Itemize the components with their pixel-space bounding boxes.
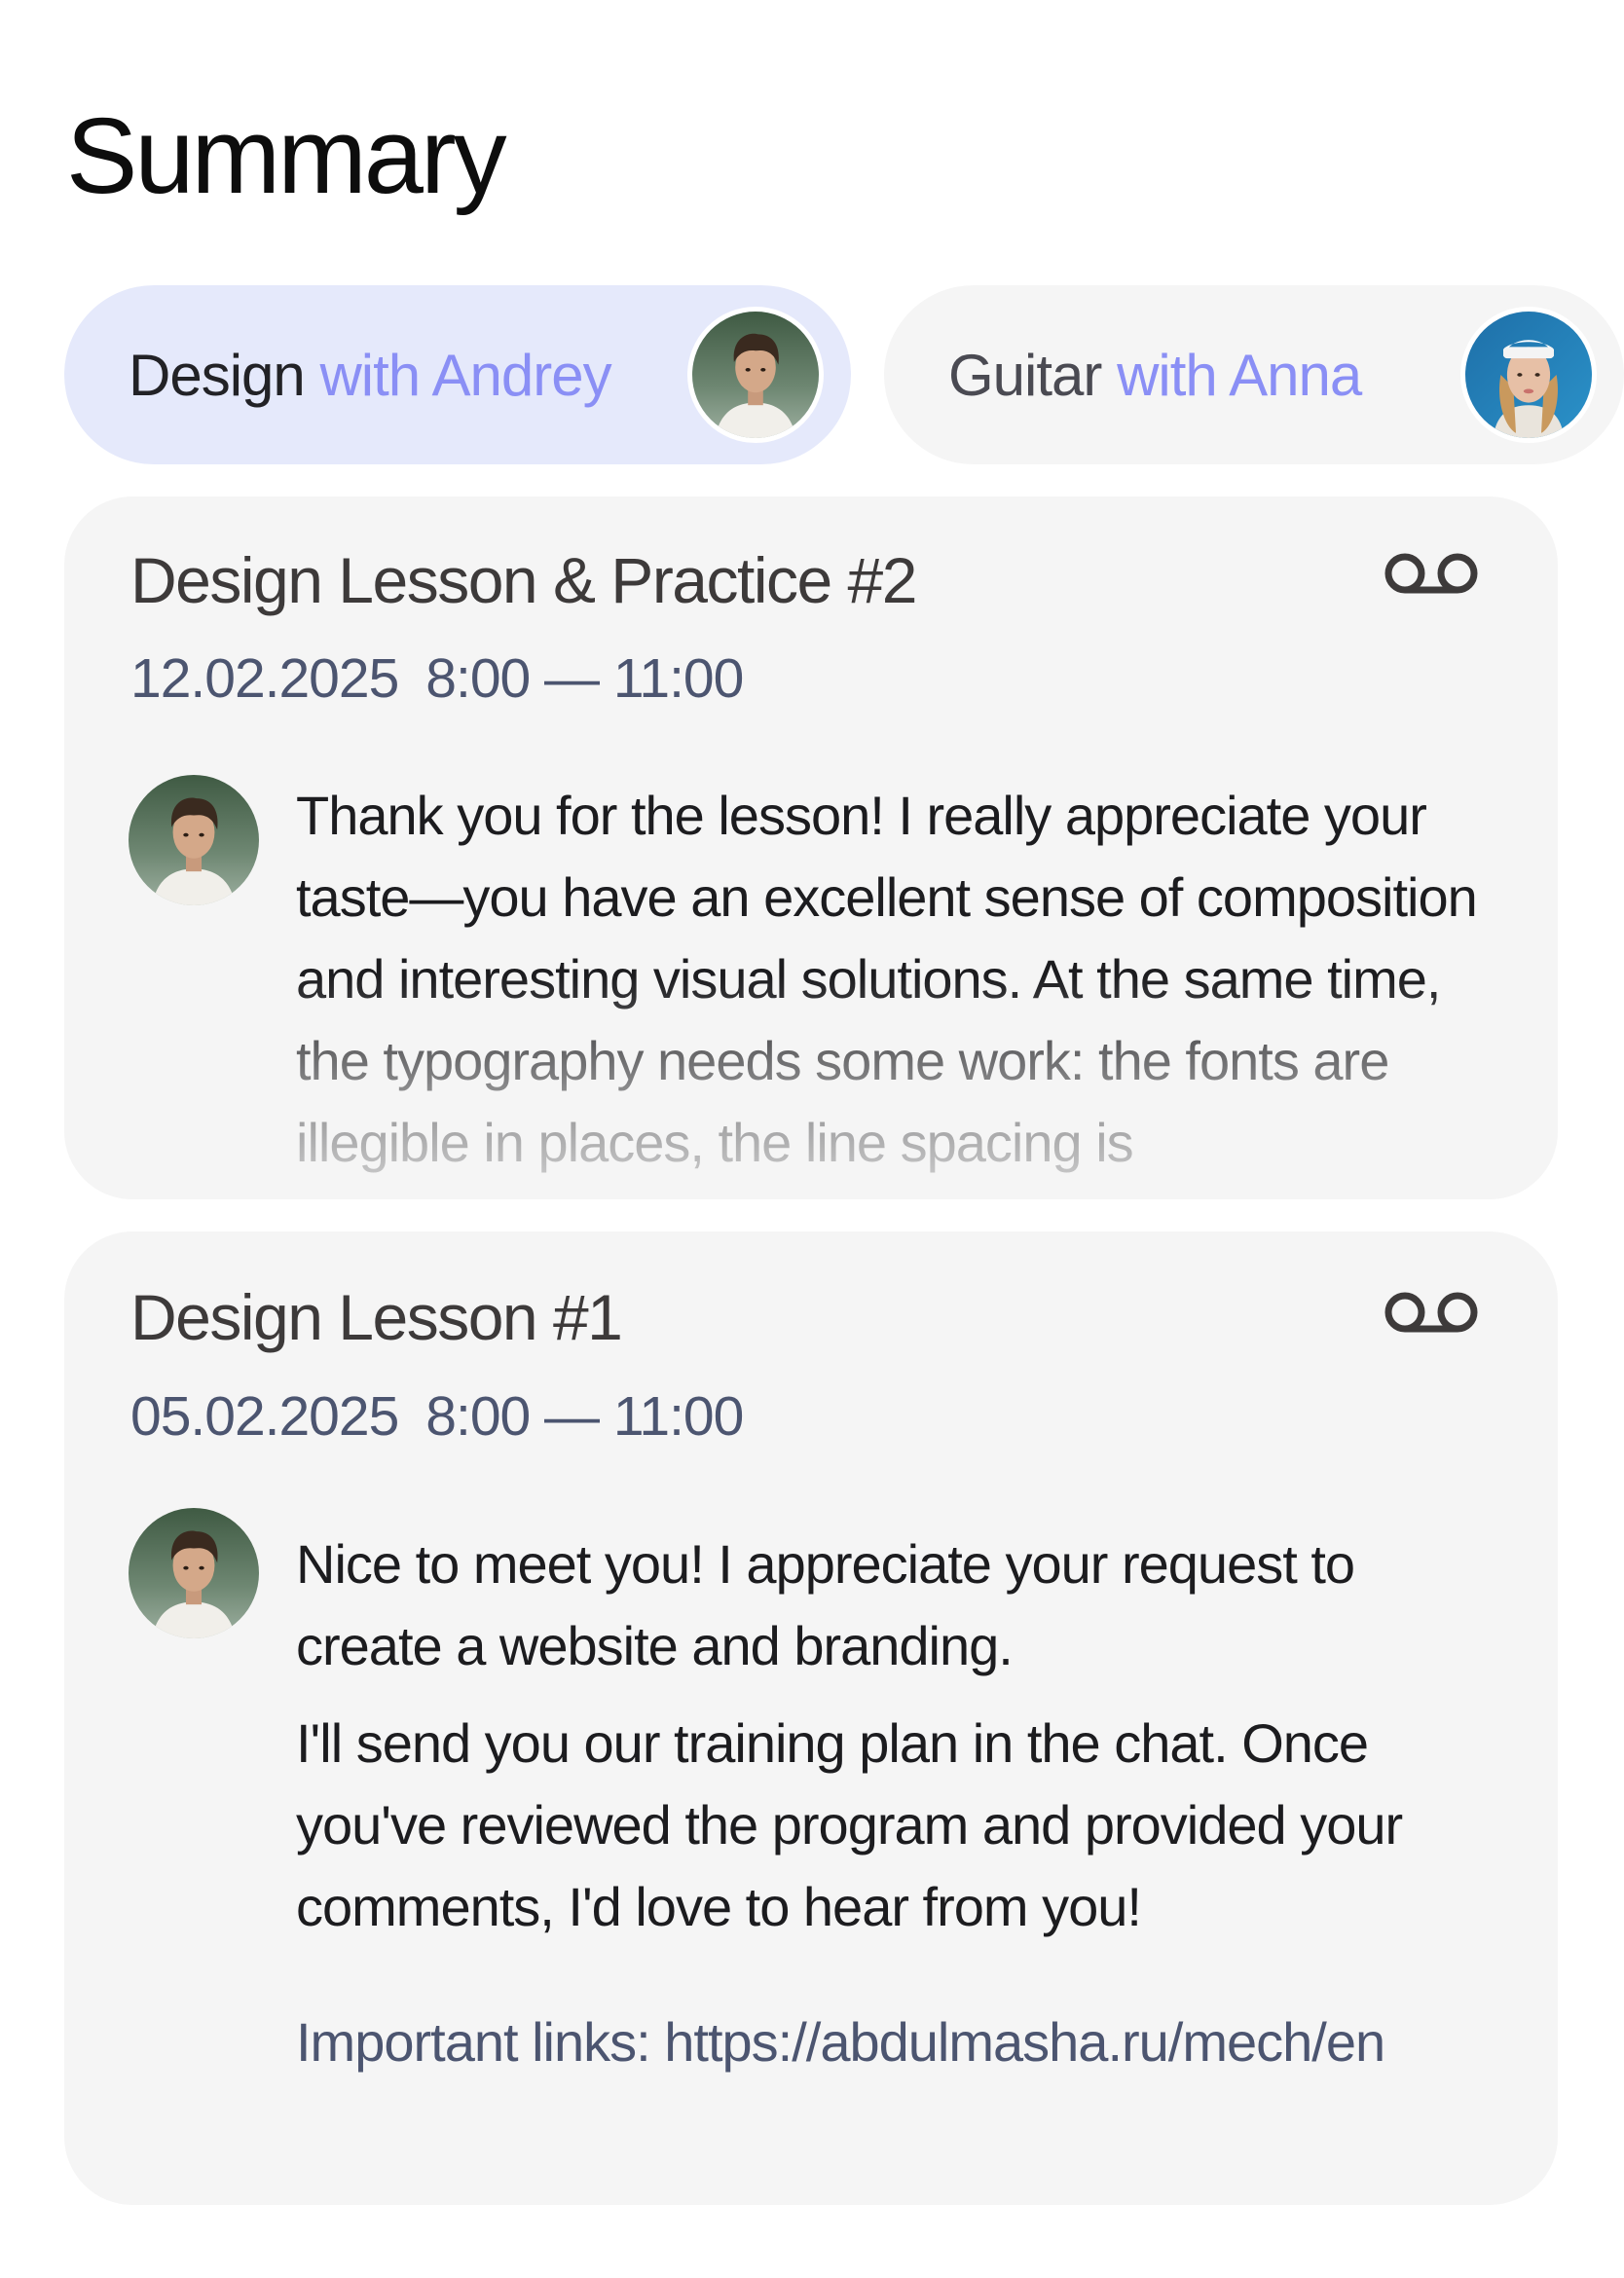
tab-guitar-anna[interactable]: Guitar with Anna	[884, 285, 1624, 464]
lesson-date: 12.02.2025	[130, 647, 399, 710]
tutor-tabs: Design with Andrey Guitar with Anna	[64, 285, 1624, 464]
lesson-datetime: 05.02.2025 8:00 — 11:00	[130, 1384, 744, 1449]
avatar-anna	[1460, 307, 1597, 443]
lesson-time: 8:00 — 11:00	[425, 647, 744, 710]
lesson-message: Nice to meet you! I appreciate your requ…	[296, 1524, 1511, 1948]
lesson-datetime: 12.02.2025 8:00 — 11:00	[130, 646, 744, 711]
lesson-time: 8:00 — 11:00	[425, 1385, 744, 1448]
lesson-card[interactable]: Design Lesson #1 05.02.2025 8:00 — 11:00	[64, 1231, 1558, 2205]
important-links: Important links: https://abdulmasha.ru/m…	[296, 2010, 1385, 2074]
lesson-message: Thank you for the lesson! I really appre…	[296, 775, 1511, 1184]
message-paragraph: Thank you for the lesson! I really appre…	[296, 785, 1478, 1173]
voicemail-icon[interactable]	[1384, 1288, 1478, 1337]
lesson-title: Design Lesson #1	[130, 1281, 623, 1353]
lesson-title: Design Lesson & Practice #2	[130, 544, 917, 616]
avatar-andrey	[129, 775, 259, 905]
tab-tutor: with Anna	[1117, 342, 1362, 408]
tab-label: Design with Andrey	[129, 342, 687, 409]
avatar-andrey	[129, 1508, 259, 1638]
tab-subject: Design	[129, 342, 306, 408]
voicemail-icon[interactable]	[1384, 549, 1478, 598]
page-title: Summary	[66, 96, 507, 216]
links-label: Important links:	[296, 2011, 651, 2073]
avatar-andrey	[687, 307, 824, 443]
tab-subject: Guitar	[948, 342, 1102, 408]
lesson-card[interactable]: Design Lesson & Practice #2 12.02.2025 8:…	[64, 496, 1558, 1199]
message-paragraph: Nice to meet you! I appreciate your requ…	[296, 1533, 1355, 1676]
link-url[interactable]: https://abdulmasha.ru/mech/en	[664, 2011, 1385, 2073]
lesson-date: 05.02.2025	[130, 1385, 399, 1448]
tab-label: Guitar with Anna	[948, 342, 1460, 409]
message-paragraph: I'll send you our training plan in the c…	[296, 1712, 1403, 1937]
tab-tutor: with Andrey	[319, 342, 611, 408]
tab-design-andrey[interactable]: Design with Andrey	[64, 285, 851, 464]
